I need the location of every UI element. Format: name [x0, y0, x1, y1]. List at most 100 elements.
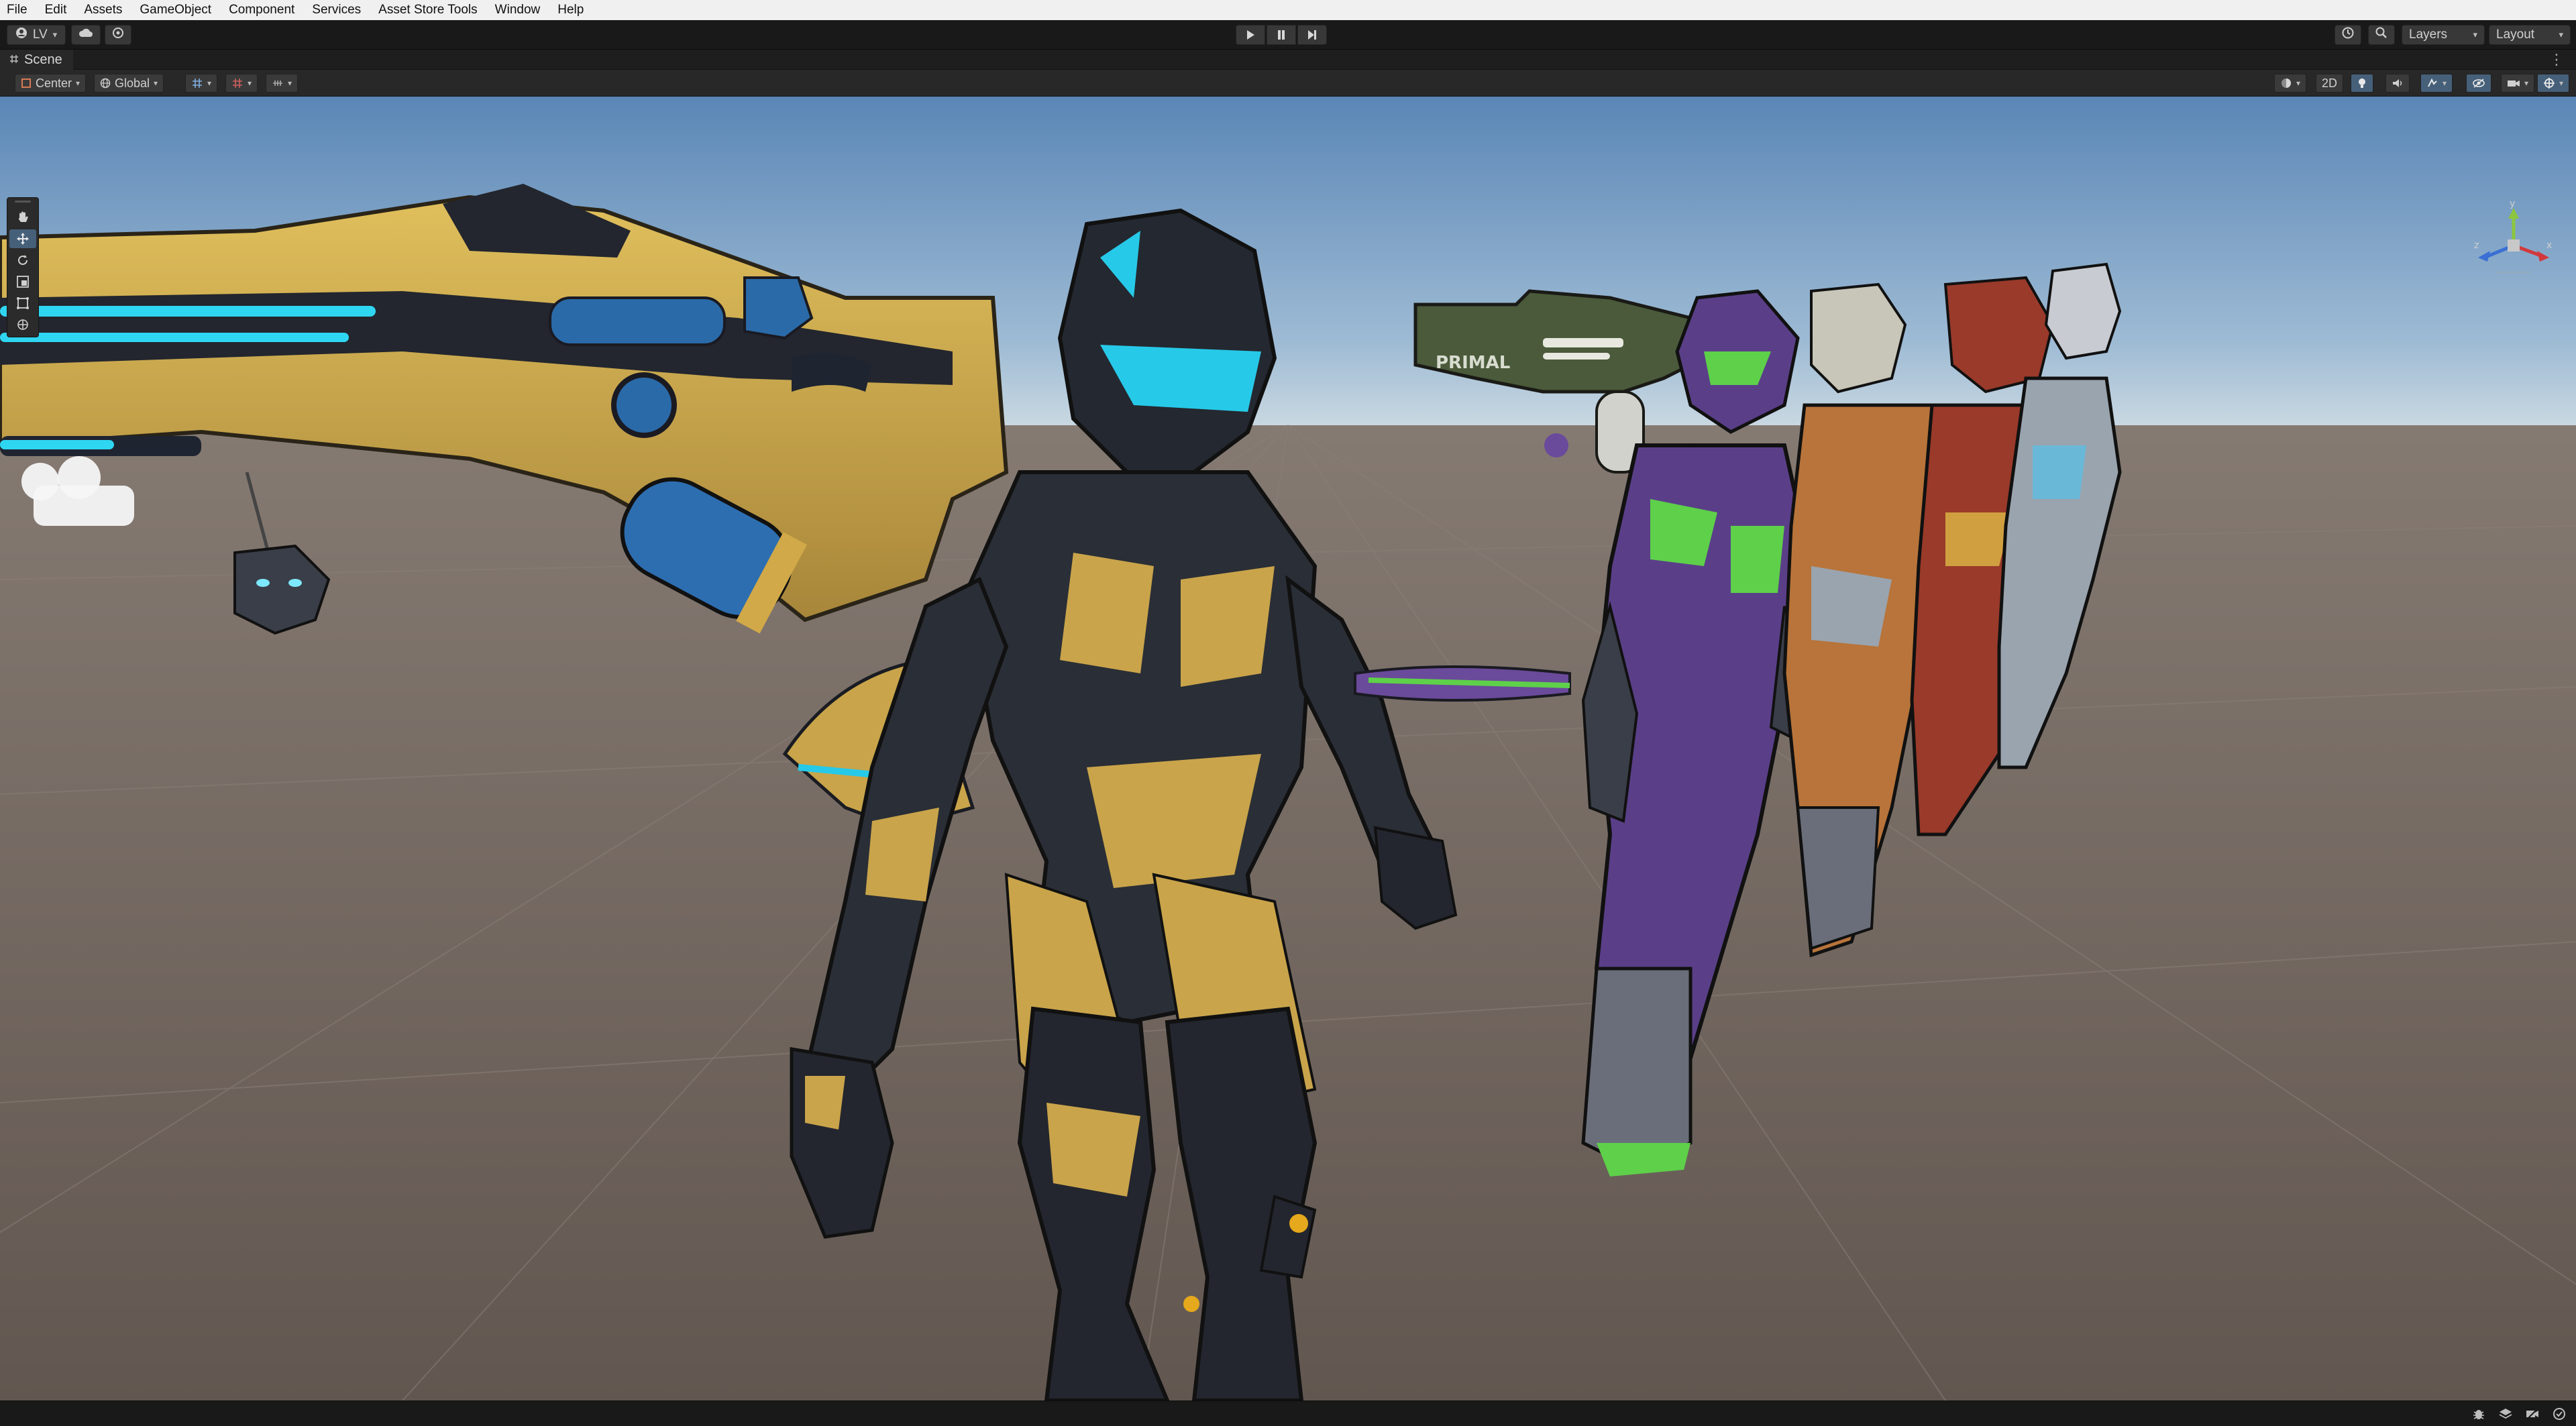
scene-render: PRIMAL: [0, 97, 2576, 1401]
camera-settings-dropdown[interactable]: ▾: [2501, 74, 2535, 93]
history-icon: [2341, 26, 2355, 44]
account-label: LV: [32, 28, 48, 42]
scene-tab-label: Scene: [24, 52, 62, 67]
gizmo-z-label: z: [2474, 240, 2479, 251]
shading-mode-dropdown[interactable]: ▾: [2274, 74, 2307, 93]
chevron-down-icon: ▾: [76, 78, 80, 88]
menu-edit[interactable]: Edit: [45, 0, 67, 20]
menu-file[interactable]: File: [7, 0, 28, 20]
scale-tool[interactable]: [9, 272, 36, 291]
audio-icon: [2393, 79, 2402, 87]
shading-icon: [2282, 78, 2291, 88]
menu-window[interactable]: Window: [495, 0, 541, 20]
chevron-down-icon: ▾: [2524, 78, 2529, 88]
snap-increment-icon: [233, 78, 242, 88]
layout-label: Layout: [2496, 28, 2535, 42]
rotate-tool-icon: [18, 255, 28, 265]
menu-gameobject[interactable]: GameObject: [140, 0, 211, 20]
grid-snap-dropdown[interactable]: ▾: [185, 74, 218, 93]
layers-dropdown[interactable]: Layers ▾: [2402, 25, 2485, 45]
cloud-button[interactable]: [71, 25, 101, 45]
mode-2d-label: 2D: [2322, 76, 2338, 90]
more-options-icon[interactable]: ⋮: [2549, 51, 2564, 68]
gizmo-x-label: x: [2546, 240, 2552, 251]
menu-asset-store-tools[interactable]: Asset Store Tools: [378, 0, 478, 20]
collab-button[interactable]: [105, 25, 131, 45]
rect-tool-icon: [17, 297, 29, 309]
hand-tool-icon: [18, 211, 28, 222]
chevron-down-icon: ▾: [52, 30, 58, 40]
gizmo-center: [2508, 239, 2520, 252]
bug-icon[interactable]: [2471, 1407, 2486, 1421]
space-label: Global: [115, 76, 150, 90]
layers-status-icon[interactable]: [2498, 1407, 2513, 1421]
collab-icon: [112, 27, 124, 43]
chevron-down-icon: ▾: [2443, 78, 2447, 88]
layers-label: Layers: [2409, 28, 2448, 42]
chevron-down-icon: ▾: [2473, 30, 2477, 40]
hand-tool[interactable]: [9, 208, 36, 227]
step-icon: [1308, 30, 1316, 40]
camera-icon: [2508, 80, 2520, 87]
camera-status-icon[interactable]: [2525, 1407, 2540, 1421]
palette-grip[interactable]: [15, 201, 31, 203]
move-tool[interactable]: [9, 229, 36, 248]
play-button[interactable]: [1236, 25, 1265, 45]
audio-toggle[interactable]: [2385, 74, 2410, 93]
menu-help[interactable]: Help: [557, 0, 584, 20]
effects-dropdown[interactable]: ▾: [2420, 74, 2453, 93]
chevron-down-icon: ▾: [154, 78, 158, 88]
gizmo-y-label: y: [2510, 199, 2515, 209]
chevron-down-icon: ▾: [2559, 78, 2564, 88]
scene-tab-bar: Scene ⋮: [0, 50, 2576, 70]
pause-button[interactable]: [1267, 25, 1296, 45]
scene-toolbar: Center ▾ Global ▾ ▾ ▾ ▾ ▾ 2D ▾ ▾ ▾: [0, 70, 2576, 97]
status-icons: [2471, 1407, 2567, 1421]
space-mode-dropdown[interactable]: Global ▾: [94, 74, 164, 93]
tab-scene[interactable]: Scene: [0, 50, 73, 70]
scale-tool-icon: [17, 276, 29, 288]
hidden-objects-icon: [2473, 78, 2485, 88]
search-icon: [2375, 26, 2388, 44]
layout-dropdown[interactable]: Layout ▾: [2489, 25, 2571, 45]
menu-assets[interactable]: Assets: [84, 0, 122, 20]
lighting-icon: [2359, 78, 2365, 88]
playmode-controls: [1236, 25, 1327, 45]
chevron-down-icon: ▾: [248, 78, 252, 88]
pivot-center-icon: [21, 78, 31, 88]
tool-palette: [7, 197, 39, 337]
account-dropdown[interactable]: LV ▾: [7, 25, 66, 45]
gun-text: PRIMAL: [1436, 353, 1510, 373]
pause-icon: [1278, 30, 1285, 40]
pivot-mode-dropdown[interactable]: Center ▾: [15, 74, 87, 93]
transform-tool[interactable]: [9, 315, 36, 334]
orientation-gizmo[interactable]: y x z: [2470, 199, 2557, 306]
chevron-down-icon: ▾: [288, 78, 292, 88]
account-icon: [15, 27, 28, 43]
transform-tool-icon: [17, 319, 28, 330]
main-toolbar: LV ▾ Layers ▾ Layout ▾: [0, 20, 2576, 50]
incremental-snap-dropdown[interactable]: ▾: [266, 74, 299, 93]
lighting-toggle[interactable]: [2351, 74, 2373, 93]
gizmos-dropdown[interactable]: ▾: [2537, 74, 2570, 93]
menu-component[interactable]: Component: [229, 0, 294, 20]
globe-icon: [100, 78, 111, 89]
gizmos-icon: [2544, 78, 2555, 89]
snap-increment-dropdown[interactable]: ▾: [225, 74, 258, 93]
fx-icon: [2428, 78, 2437, 87]
settings-status-icon[interactable]: [2552, 1407, 2567, 1421]
undo-history-button[interactable]: [2334, 25, 2361, 45]
mode-2d-toggle[interactable]: 2D: [2316, 74, 2344, 93]
step-button[interactable]: [1297, 25, 1327, 45]
snap-ruler-icon: [273, 80, 282, 86]
scene-viewport[interactable]: PRIMAL y x z: [0, 97, 2576, 1401]
chevron-down-icon: ▾: [207, 78, 212, 88]
grid-snap-icon: [193, 78, 202, 88]
scene-grid-icon: [9, 52, 19, 68]
rect-tool[interactable]: [9, 294, 36, 313]
hidden-objects-toggle[interactable]: [2466, 74, 2491, 93]
search-button[interactable]: [2368, 25, 2395, 45]
menu-services[interactable]: Services: [312, 0, 361, 20]
rotate-tool[interactable]: [9, 251, 36, 270]
menu-bar: File Edit Assets GameObject Component Se…: [0, 0, 2576, 20]
